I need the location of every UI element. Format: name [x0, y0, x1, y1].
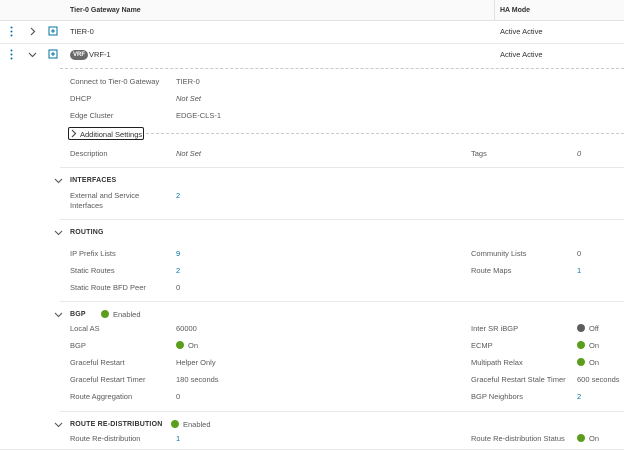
gr-timer-label: Graceful Restart Timer: [70, 375, 146, 384]
route-maps-count-link[interactable]: 1: [577, 266, 581, 275]
route-redistribution-label: Route Re-distribution: [70, 434, 141, 443]
gr-stale-timer-label: Graceful Restart Stale Timer: [471, 375, 566, 384]
gateway-name-tier0[interactable]: TIER-0: [70, 27, 94, 36]
connect-value: TIER-0: [176, 77, 200, 86]
vrf-badge: VRF: [70, 50, 88, 60]
local-as-label: Local AS: [70, 324, 100, 333]
collapse-chevron-down-icon[interactable]: [28, 50, 37, 59]
row-divider: [0, 43, 624, 44]
dhcp-label: DHCP: [70, 94, 92, 103]
edge-cluster-label: Edge Cluster: [70, 111, 114, 120]
row-actions-icon[interactable]: [10, 49, 13, 60]
static-routes-count-link[interactable]: 2: [176, 266, 180, 275]
redistribution-status-label: Route Re-distribution Status: [471, 434, 565, 443]
status-enabled-icon: [101, 310, 109, 318]
route-redistribution-count-link[interactable]: 1: [176, 434, 180, 443]
bgp-status: Enabled: [113, 310, 141, 319]
graceful-restart-value: Helper Only: [176, 358, 216, 367]
section-divider: [60, 301, 624, 302]
tags-value: 0: [577, 149, 582, 158]
connect-label: Connect to Tier-0 Gateway: [70, 77, 160, 86]
collapse-chevron-down-icon[interactable]: [54, 228, 63, 237]
bgp-section-title: BGP: [70, 311, 86, 318]
bfd-peer-value: 0: [176, 283, 181, 292]
dhcp-value: Not Set: [176, 94, 202, 103]
section-divider: [60, 411, 624, 412]
gr-stale-timer-value: 600 seconds: [577, 375, 620, 384]
status-enabled-icon: [171, 420, 179, 428]
expand-chevron-right-icon[interactable]: [28, 27, 37, 36]
status-on-icon: [577, 341, 585, 349]
community-lists-label: Community Lists: [471, 249, 527, 258]
collapse-chevron-down-icon[interactable]: [54, 176, 63, 185]
column-header-name[interactable]: Tier-0 Gateway Name: [70, 7, 141, 14]
additional-settings-label[interactable]: Additional Settings: [80, 130, 142, 139]
ecmp-label: ECMP: [471, 341, 493, 350]
inter-sr-label: Inter SR iBGP: [471, 324, 519, 333]
column-header-ha-mode[interactable]: HA Mode: [500, 7, 530, 14]
gateway-icon: [48, 26, 58, 36]
interfaces-section-title: INTERFACES: [70, 177, 117, 184]
graceful-restart-label: Graceful Restart: [70, 358, 125, 367]
ip-prefix-label: IP Prefix Lists: [70, 249, 116, 258]
row-actions-icon[interactable]: [10, 26, 13, 37]
redistribution-status-value: On: [589, 434, 600, 443]
edge-cluster-value: EDGE-CLS-1: [176, 111, 222, 120]
ip-prefix-count-link[interactable]: 9: [176, 249, 180, 258]
ext-interfaces-label-line2: Interfaces: [70, 201, 103, 210]
status-on-icon: [577, 434, 585, 442]
community-lists-value: 0: [577, 249, 582, 258]
status-on-icon: [577, 358, 585, 366]
status-off-icon: [577, 324, 585, 332]
collapse-chevron-down-icon[interactable]: [54, 420, 63, 429]
inter-sr-value: Off: [589, 324, 599, 333]
description-value: Not Set: [176, 149, 202, 158]
ext-interfaces-label-line1: External and Service: [70, 191, 140, 200]
description-label: Description: [70, 149, 108, 158]
section-divider: [60, 219, 624, 220]
status-on-icon: [176, 341, 184, 349]
route-aggregation-value: 0: [176, 392, 181, 401]
gr-timer-value: 180 seconds: [176, 375, 219, 384]
section-divider: [60, 167, 624, 168]
column-separator: [494, 0, 495, 21]
multipath-relax-label: Multipath Relax: [471, 358, 523, 367]
redistribution-section-title: ROUTE RE-DISTRIBUTION: [70, 421, 163, 428]
gateway-name-vrf1[interactable]: VRF-1: [89, 50, 111, 59]
collapse-chevron-down-icon[interactable]: [54, 310, 63, 319]
ext-interfaces-count-link[interactable]: 2: [176, 191, 180, 200]
redistribution-status: Enabled: [183, 420, 211, 429]
bgp-label: BGP: [70, 341, 86, 350]
bgp-neighbors-label: BGP Neighbors: [471, 392, 523, 401]
bgp-neighbors-count-link[interactable]: 2: [577, 392, 581, 401]
row-divider: [0, 449, 624, 450]
route-aggregation-label: Route Aggregation: [70, 392, 133, 401]
bfd-peer-label: Static Route BFD Peer: [70, 283, 146, 292]
section-divider: [146, 133, 624, 134]
section-divider: [60, 68, 624, 69]
gateway-icon: [48, 49, 58, 59]
ecmp-value: On: [589, 341, 600, 350]
chevron-right-icon: [71, 129, 77, 138]
static-routes-label: Static Routes: [70, 266, 115, 275]
bgp-value: On: [188, 341, 199, 350]
tags-label: Tags: [471, 149, 487, 158]
route-maps-label: Route Maps: [471, 266, 512, 275]
multipath-relax-value: On: [589, 358, 600, 367]
routing-section-title: ROUTING: [70, 229, 104, 236]
ha-mode-vrf1: Active Active: [500, 50, 543, 59]
local-as-value: 60000: [176, 324, 197, 333]
ha-mode-tier0: Active Active: [500, 27, 543, 36]
